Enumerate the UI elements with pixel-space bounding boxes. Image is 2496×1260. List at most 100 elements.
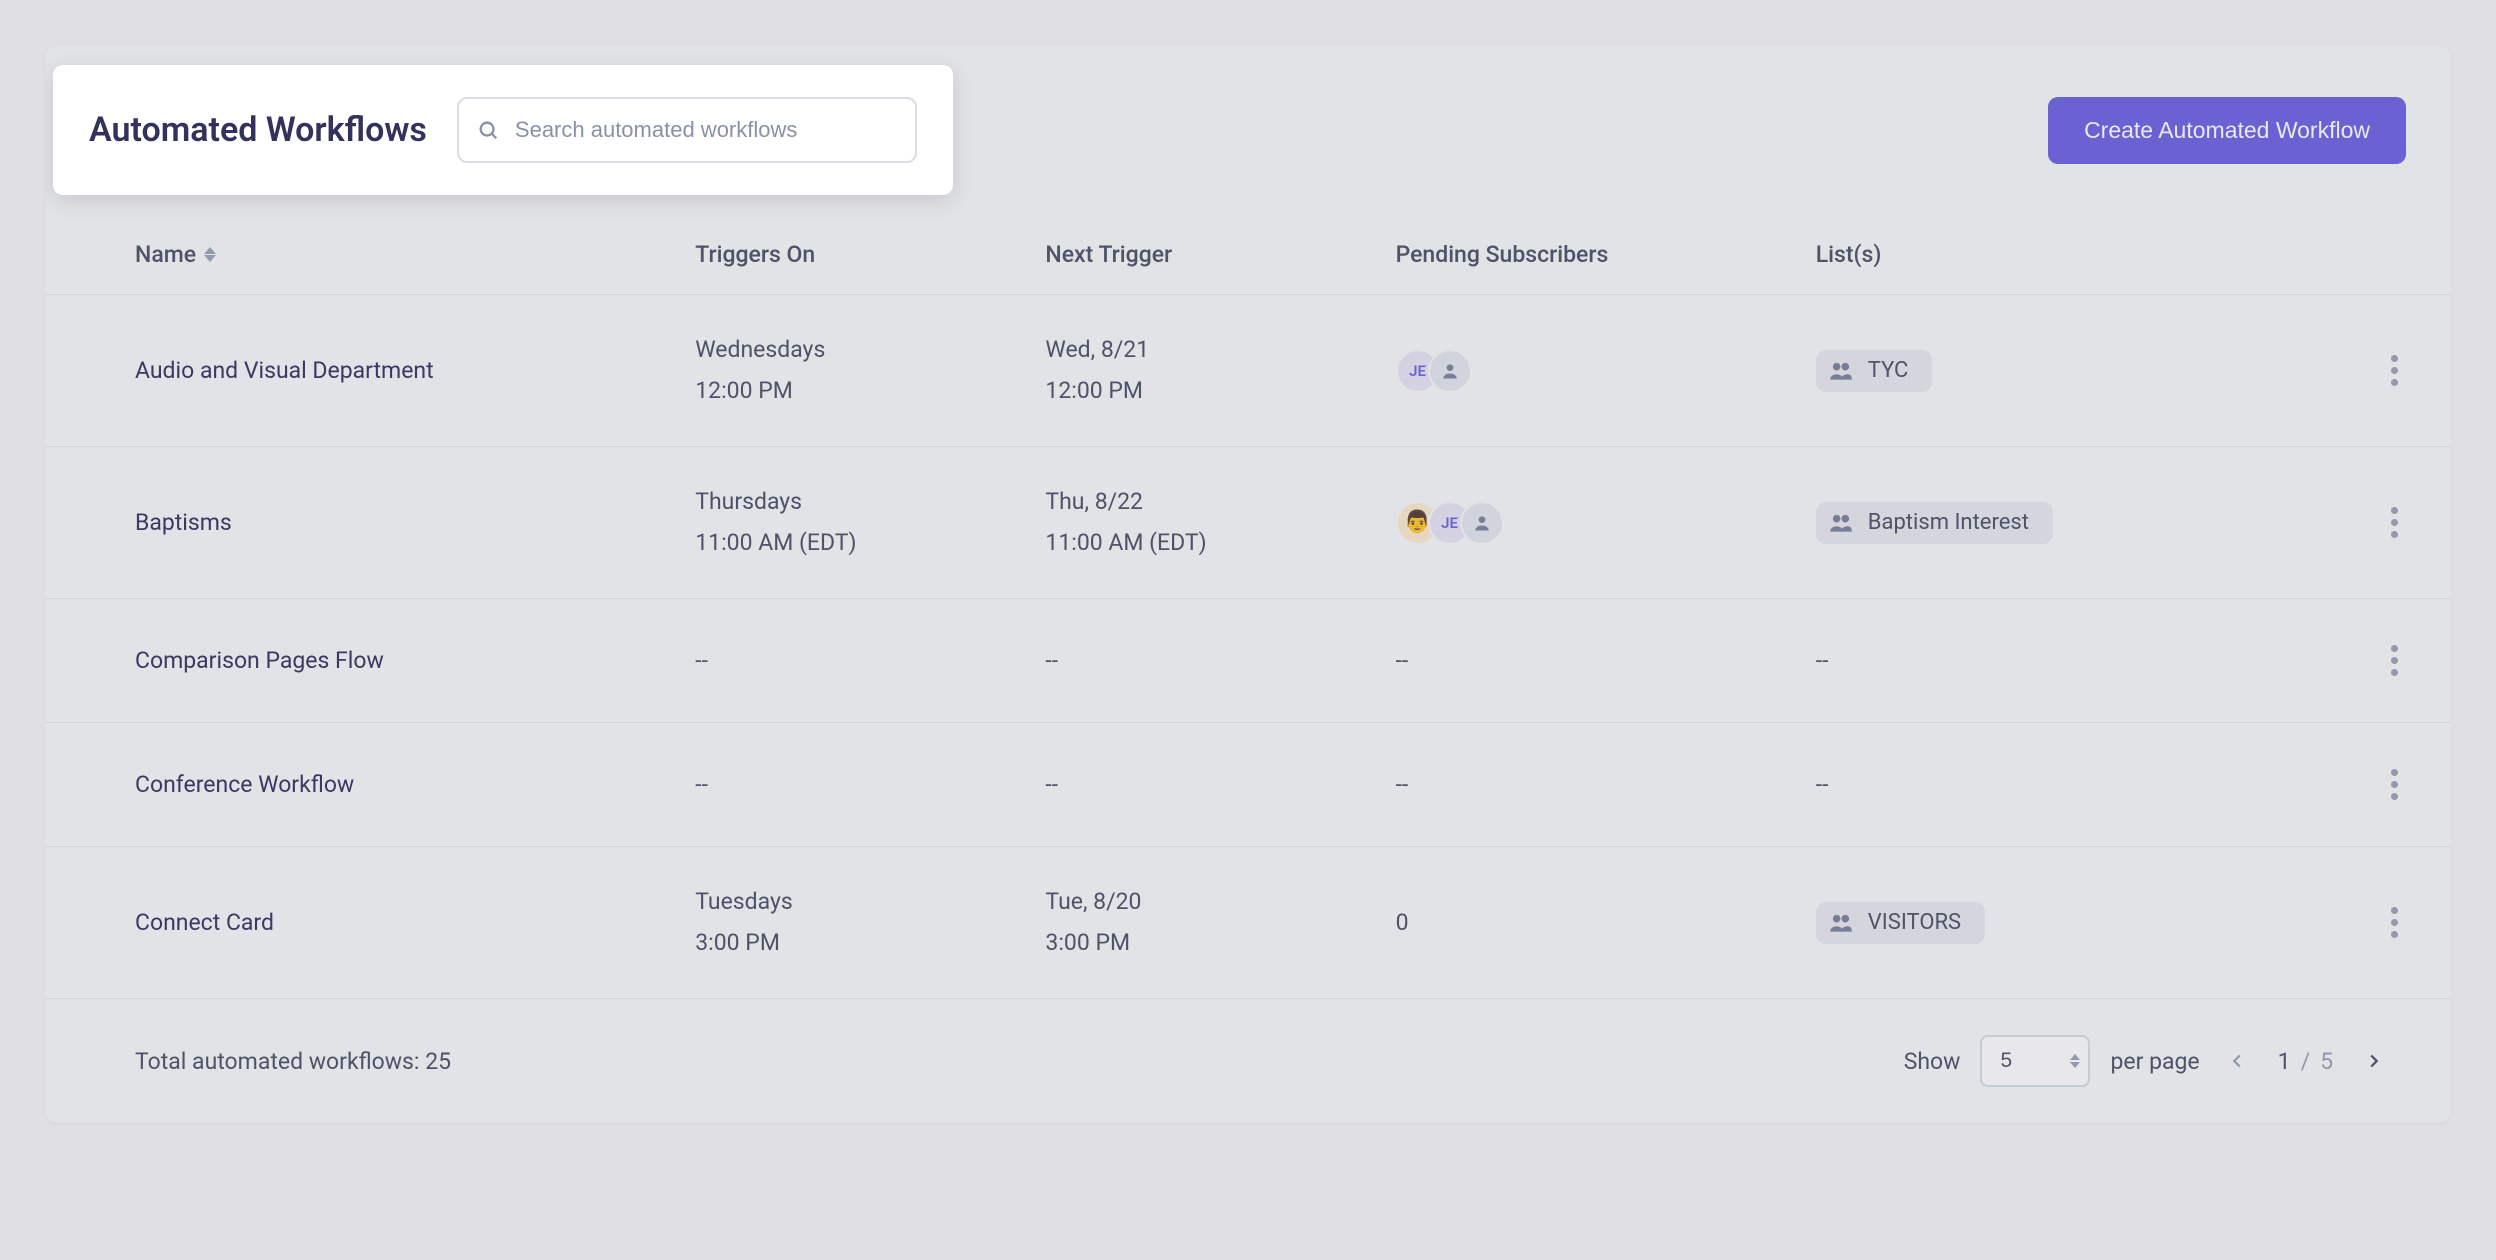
triggers-day: Wednesdays [695,333,1045,368]
col-pending[interactable]: Pending Subscribers [1396,241,1816,268]
cell-name: Comparison Pages Flow [135,647,695,674]
triggers-time: 12:00 PM [695,374,1045,409]
list-tag[interactable]: VISITORS [1816,902,1985,944]
cell-lists: -- [1816,771,2306,798]
person-icon [1440,361,1460,381]
table-footer: Total automated workflows: 25 Show per p… [45,999,2451,1123]
next-time: 11:00 AM (EDT) [1045,526,1395,561]
cell-next-trigger: -- [1045,771,1395,798]
page-nav: 1 / 5 [2220,1044,2391,1078]
workflows-table: Name Triggers On Next Trigger Pending Su… [45,215,2451,999]
cell-triggers: Wednesdays 12:00 PM [695,333,1045,408]
col-triggers-label: Triggers On [695,241,815,268]
cell-next-trigger: -- [1045,647,1395,674]
cell-lists: -- [1816,647,2306,674]
col-triggers[interactable]: Triggers On [695,241,1045,268]
table-row[interactable]: Comparison Pages Flow -- -- -- -- [45,599,2451,723]
list-tag-label: Baptism Interest [1868,510,2029,535]
list-tag-label: VISITORS [1868,910,1961,935]
dots-icon [2391,907,2398,914]
sort-icon [204,247,216,262]
next-time: 12:00 PM [1045,374,1395,409]
people-icon [1828,910,1854,936]
cell-triggers: -- [695,647,1045,674]
table-row[interactable]: Conference Workflow -- -- -- -- [45,723,2451,847]
people-icon [1828,358,1854,384]
cell-next-trigger: Thu, 8/22 11:00 AM (EDT) [1045,485,1395,560]
avatar-group: 👨 JE [1396,501,1816,545]
table-row[interactable]: Baptisms Thursdays 11:00 AM (EDT) Thu, 8… [45,447,2451,599]
row-actions-button[interactable] [2383,899,2406,946]
search-icon [477,119,499,141]
page-indicator: 1 / 5 [2278,1048,2333,1075]
stepper-icon [2070,1054,2080,1068]
row-actions-button[interactable] [2383,499,2406,546]
cell-lists: TYC [1816,350,2306,392]
cell-name: Connect Card [135,909,695,936]
cell-name: Audio and Visual Department [135,357,695,384]
pagination: Show per page 1 / 5 [1904,1035,2391,1087]
page-size-stepper[interactable] [1980,1035,2090,1087]
table-row[interactable]: Connect Card Tuesdays 3:00 PM Tue, 8/20 … [45,847,2451,999]
next-day: Thu, 8/22 [1045,485,1395,520]
dots-icon [2391,507,2398,514]
col-lists[interactable]: List(s) [1816,241,2306,268]
person-icon [1472,513,1492,533]
avatar-placeholder[interactable] [1428,349,1472,393]
dots-icon [2391,769,2398,776]
create-workflow-button[interactable]: Create Automated Workflow [2048,97,2406,164]
cell-name: Baptisms [135,509,695,536]
table-row[interactable]: Audio and Visual Department Wednesdays 1… [45,295,2451,447]
dots-icon [2391,355,2398,362]
avatar-group: JE [1396,349,1816,393]
cell-pending: -- [1396,771,1816,798]
cell-pending: -- [1396,647,1816,674]
total-pages: 5 [2320,1048,2333,1075]
cell-triggers: Tuesdays 3:00 PM [695,885,1045,960]
cell-lists: VISITORS [1816,902,2306,944]
next-time: 3:00 PM [1045,926,1395,961]
col-name[interactable]: Name [135,241,695,268]
cell-pending: 0 [1396,909,1816,936]
triggers-time: 11:00 AM (EDT) [695,526,1045,561]
cell-triggers: Thursdays 11:00 AM (EDT) [695,485,1045,560]
cell-pending: JE [1396,349,1816,393]
next-page-button[interactable] [2357,1044,2391,1078]
cell-next-trigger: Tue, 8/20 3:00 PM [1045,885,1395,960]
list-tag[interactable]: Baptism Interest [1816,502,2053,544]
triggers-day: Thursdays [695,485,1045,520]
col-next-trigger-label: Next Trigger [1045,241,1172,268]
page-divider: / [2301,1048,2311,1075]
cell-next-trigger: Wed, 8/21 12:00 PM [1045,333,1395,408]
dots-icon [2391,645,2398,652]
table-header: Name Triggers On Next Trigger Pending Su… [45,215,2451,295]
next-day: Wed, 8/21 [1045,333,1395,368]
cell-triggers: -- [695,771,1045,798]
avatar-placeholder[interactable] [1460,501,1504,545]
row-actions-button[interactable] [2383,347,2406,394]
per-page-label: per page [2110,1048,2199,1075]
chevron-left-icon [2226,1050,2248,1072]
row-actions-button[interactable] [2383,637,2406,684]
total-count: Total automated workflows: 25 [135,1048,451,1075]
col-name-label: Name [135,241,196,268]
list-tag-label: TYC [1868,358,1909,383]
cell-lists: Baptism Interest [1816,502,2306,544]
row-actions-button[interactable] [2383,761,2406,808]
list-tag[interactable]: TYC [1816,350,1933,392]
cell-pending: 👨 JE [1396,501,1816,545]
next-day: Tue, 8/20 [1045,885,1395,920]
col-pending-label: Pending Subscribers [1396,241,1609,268]
workflow-panel: Automated Workflows Create Automated Wor… [45,45,2451,1123]
prev-page-button[interactable] [2220,1044,2254,1078]
page-title: Automated Workflows [89,110,427,150]
current-page: 1 [2278,1048,2291,1075]
people-icon [1828,510,1854,536]
show-label: Show [1904,1048,1961,1075]
col-next-trigger[interactable]: Next Trigger [1045,241,1395,268]
triggers-time: 3:00 PM [695,926,1045,961]
col-lists-label: List(s) [1816,241,1882,268]
search-wrapper [457,97,917,163]
triggers-day: Tuesdays [695,885,1045,920]
search-input[interactable] [457,97,917,163]
